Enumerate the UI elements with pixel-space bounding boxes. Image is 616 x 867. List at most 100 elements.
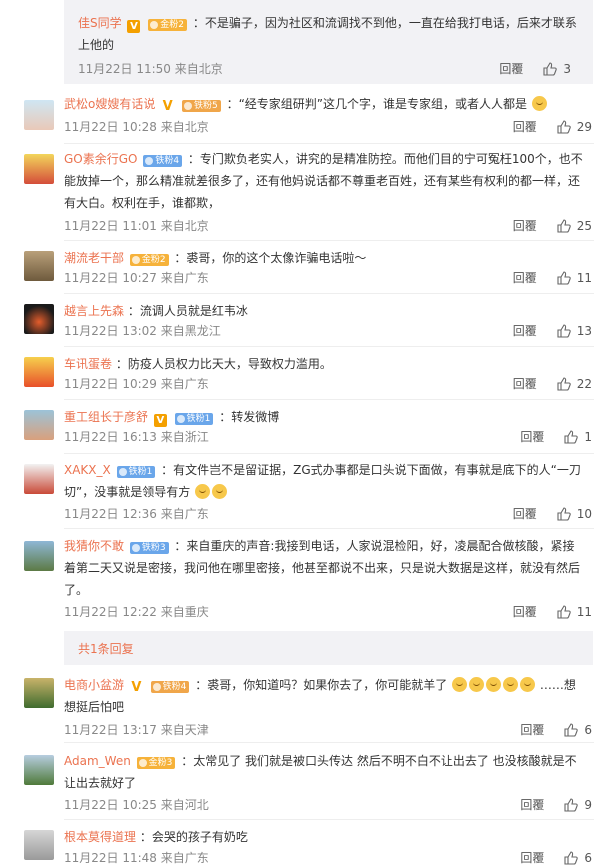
like-button[interactable]: 11 [557,269,592,287]
like-button[interactable]: 11 [557,603,592,621]
reply-button[interactable]: 回覆 [520,428,544,446]
fan-badge: 金粉3 [136,757,176,769]
reply-button[interactable]: 回覆 [513,269,537,287]
comment-meta: 11月22日 11:01 来自北京 [64,219,209,233]
like-button[interactable]: 1 [564,428,592,446]
comment-actions: 回覆 6 [520,721,592,739]
nested-reply-text: 佳S同学 V 金粉2 ：不是骗子，因为社区和流调找不到他，一直在给我打电话，后来… [78,12,583,56]
emoji-icon [486,677,502,692]
comment-meta: 11月22日 11:50 来自北京 [78,62,223,76]
thumb-up-icon [557,120,571,134]
comment-actions: 回覆 1 [520,428,592,446]
reply-button[interactable]: 回覆 [520,721,544,739]
avatar[interactable] [24,357,54,387]
comment-body: 车讯蛋卷 ：防疫人员权力比天大，导致权力滥用。 [64,353,586,375]
like-button[interactable]: 22 [557,375,592,393]
like-button[interactable]: 6 [564,849,592,867]
comment-body: 根本莫得道理 ：会哭的孩子有奶吃 [64,826,586,848]
commenter-name[interactable]: Adam_Wen [64,754,131,768]
avatar[interactable] [24,678,54,708]
reply-button[interactable]: 回覆 [520,849,544,867]
commenter-name[interactable]: 我猜你不敢 [64,539,124,553]
comment-body: GO素余行GO 铁粉4 ：专门欺负老实人，讲究的是精准防控。而他们目的宁可冤枉1… [64,148,586,214]
reply-button[interactable]: 回覆 [513,505,537,523]
comment-meta: 11月22日 16:13 来自浙江 [64,430,209,444]
comment-body: XAKX_X 铁粉1 ：有文件岂不是留证据，ZG式办事都是口头说下面做，有事就是… [64,459,586,503]
commenter-name[interactable]: GO素余行GO [64,152,138,166]
avatar[interactable] [24,541,54,571]
thumb-up-icon [543,62,558,76]
like-count: 1 [584,430,592,444]
verified-icon: V [127,20,141,33]
like-button[interactable]: 3 [543,60,571,78]
comment-meta: 11月22日 10:29 来自广东 [64,377,209,391]
thumb-up-icon [557,324,571,338]
comment-item: 重工组长于彦舒 V 铁粉1 ：转发微博 11月22日 16:13 来自浙江 回覆… [0,400,616,454]
comment-item: 根本莫得道理 ：会哭的孩子有奶吃 11月22日 11:48 来自广东 回覆 6 [0,820,616,866]
reply-button[interactable]: 回覆 [513,375,537,393]
comment-actions: 回覆 10 [513,505,592,523]
comment-item: XAKX_X 铁粉1 ：有文件岂不是留证据，ZG式办事都是口头说下面做，有事就是… [0,454,616,529]
emoji-icon [520,677,536,692]
comment-actions: 回覆 25 [513,217,592,235]
comment-item: 武松o嫂嫂有话说 V 铁粉5 ：“经专家组研判”这几个字，谁是专家组，或者人人都… [0,84,616,144]
like-button[interactable]: 6 [564,721,592,739]
comment-item: 车讯蛋卷 ：防疫人员权力比天大，导致权力滥用。 11月22日 10:29 来自广… [0,347,616,400]
comment-item: GO素余行GO 铁粉4 ：专门欺负老实人，讲究的是精准防控。而他们目的宁可冤枉1… [0,144,616,241]
comment-body: 越言上先森 ：流调人员就是红韦冰 [64,300,586,322]
avatar[interactable] [24,251,54,281]
comment-actions: 回覆 29 [513,118,592,136]
comment-meta: 11月22日 12:36 来自广东 [64,507,209,521]
commenter-name[interactable]: 武松o嫂嫂有话说 [64,97,155,111]
like-count: 6 [584,851,592,865]
comment-text: ：流调人员就是红韦冰 [127,304,248,318]
like-button[interactable]: 10 [557,505,592,523]
comment-body: 重工组长于彦舒 V 铁粉1 ：转发微博 [64,406,586,428]
comment-meta: 11月22日 10:25 来自河北 [64,798,209,812]
sub-replies-toggle[interactable]: 共1条回复 [64,631,593,665]
emoji-icon [452,677,468,692]
avatar[interactable] [24,410,54,440]
commenter-name[interactable]: 车讯蛋卷 [64,357,112,371]
sub-replies-label[interactable]: 共1条回复 [78,640,134,657]
emoji-icon [212,484,228,499]
avatar[interactable] [24,304,54,334]
fan-badge: 铁粉1 [116,466,156,478]
comment-text: ：裘哥，你知道吗？如果你去了，你可能就羊了 [195,678,448,692]
comment-actions: 回覆 11 [513,269,592,287]
commenter-name[interactable]: 潮流老干部 [64,251,124,265]
commenter-name[interactable]: 越言上先森 [64,304,124,318]
comment-feed: 佳S同学 V 金粉2 ：不是骗子，因为社区和流调找不到他，一直在给我打电话，后来… [0,0,616,866]
avatar[interactable] [24,100,54,130]
comment-body: 潮流老干部 金粉2 ：裘哥，你的这个太像诈骗电话啦～ [64,247,586,269]
reply-button[interactable]: 回覆 [499,60,523,78]
comment-meta: 11月22日 12:22 来自重庆 [64,605,209,619]
reply-button[interactable]: 回覆 [513,217,537,235]
reply-button[interactable]: 回覆 [513,603,537,621]
comment-meta: 11月22日 13:02 来自黑龙江 [64,324,221,338]
commenter-name[interactable]: XAKX_X [64,463,111,477]
comment-actions: 回覆 9 [520,796,592,814]
avatar[interactable] [24,464,54,494]
avatar[interactable] [24,755,54,785]
comment-meta: 11月22日 11:48 来自广东 [64,851,209,865]
commenter-name[interactable]: 重工组长于彦舒 [64,410,148,424]
like-count: 10 [576,507,592,521]
commenter-name[interactable]: 根本莫得道理 [64,830,136,844]
comment-item: 潮流老干部 金粉2 ：裘哥，你的这个太像诈骗电话啦～ 11月22日 10:27 … [0,241,616,294]
avatar[interactable] [24,154,54,184]
nested-reply: 佳S同学 V 金粉2 ：不是骗子，因为社区和流调找不到他，一直在给我打电话，后来… [64,0,593,84]
like-button[interactable]: 25 [557,217,592,235]
like-button[interactable]: 13 [557,322,592,340]
verified-icon: V [131,680,142,695]
commenter-name[interactable]: 佳S同学 [78,16,122,30]
commenter-name[interactable]: 电商小盆游 [64,678,124,692]
reply-button[interactable]: 回覆 [513,322,537,340]
like-button[interactable]: 9 [564,796,592,814]
reply-button[interactable]: 回覆 [513,118,537,136]
reply-button[interactable]: 回覆 [520,796,544,814]
avatar[interactable] [24,830,54,860]
thumb-up-icon [564,851,579,865]
like-button[interactable]: 29 [557,118,592,136]
emoji-icon [195,484,211,499]
